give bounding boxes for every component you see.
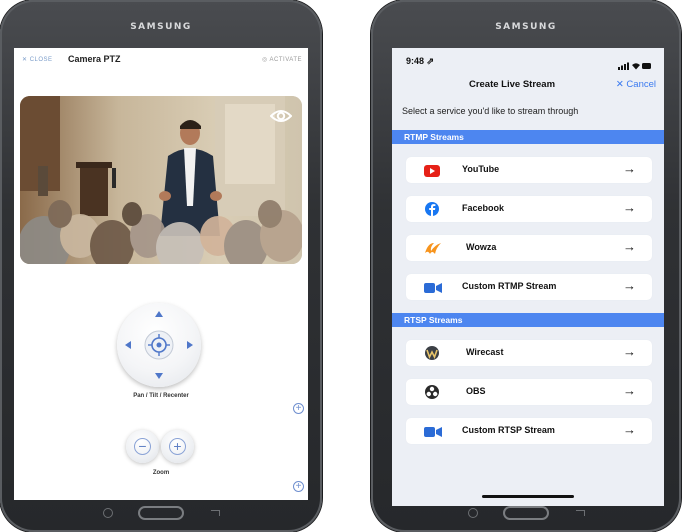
section-header-rtsp: RTSP Streams: [392, 313, 664, 327]
page-title: Create Live Stream: [468, 79, 556, 90]
home-indicator[interactable]: [482, 495, 574, 498]
pan-left-arrow: [125, 341, 131, 349]
obs-icon: [424, 385, 440, 399]
brand-logo: SAMSUNG: [130, 22, 192, 32]
service-label: Custom RTMP Stream: [462, 281, 557, 291]
camera-preview: [20, 96, 302, 264]
camera-preview-image: [20, 96, 302, 264]
right-tablet: SAMSUNG 9:48 ⇗ Create Live Stream ✕ Canc…: [371, 0, 681, 532]
camera-icon: [424, 425, 442, 437]
service-item-obs[interactable]: OBS →: [406, 379, 652, 405]
section-header-rtmp: RTMP Streams: [392, 130, 664, 144]
add-ptz-preset-button[interactable]: +: [293, 403, 304, 414]
page-title: Camera PTZ: [68, 54, 121, 64]
arrow-right-icon: →: [623, 344, 636, 359]
service-item-facebook[interactable]: Facebook →: [406, 196, 652, 222]
service-label: Wowza: [466, 242, 497, 252]
tilt-down-arrow: [155, 373, 163, 379]
service-label: Custom RTSP Stream: [462, 425, 555, 435]
device-nav-bar: [0, 504, 322, 524]
arrow-right-icon: →: [623, 200, 636, 215]
ptz-label: Pan / Tilt / Recenter: [133, 393, 189, 399]
service-label: Wirecast: [466, 347, 504, 357]
eye-icon[interactable]: [269, 108, 293, 129]
status-bar: 9:48 ⇗: [392, 48, 664, 70]
service-item-youtube[interactable]: YouTube →: [406, 157, 652, 183]
service-item-wirecast[interactable]: Wirecast →: [406, 340, 652, 366]
instructions-text: Select a service you'd like to stream th…: [402, 106, 579, 116]
youtube-icon: [424, 164, 440, 177]
zoom-out-button[interactable]: −: [126, 430, 159, 463]
create-live-stream-screen: 9:48 ⇗ Create Live Stream ✕ Cancel Selec…: [392, 48, 664, 506]
brand-logo: SAMSUNG: [495, 22, 557, 32]
device-nav-bar: [371, 504, 681, 524]
arrow-right-icon: →: [623, 278, 636, 293]
home-button[interactable]: [503, 506, 549, 520]
service-label: OBS: [466, 386, 486, 396]
arrow-right-icon: →: [623, 383, 636, 398]
service-label: YouTube: [462, 164, 500, 174]
left-tablet: SAMSUNG ✕ CLOSE Camera PTZ ◎ ACTIVATE Pa…: [0, 0, 322, 532]
status-time: 9:48 ⇗: [406, 56, 435, 66]
service-label: Facebook: [462, 203, 505, 213]
pan-right-arrow: [187, 341, 193, 349]
arrow-right-icon: →: [623, 161, 636, 176]
camera-header: ✕ CLOSE Camera PTZ ◎ ACTIVATE: [14, 48, 308, 72]
back-icon[interactable]: [211, 510, 220, 516]
close-button[interactable]: ✕ CLOSE: [22, 56, 53, 63]
cancel-button[interactable]: ✕ Cancel: [616, 79, 656, 90]
activate-button[interactable]: ◎ ACTIVATE: [262, 56, 302, 63]
wowza-icon: [424, 242, 441, 254]
zoom-controls: − +: [126, 430, 194, 464]
home-button[interactable]: [138, 506, 184, 520]
camera-ptz-screen: ✕ CLOSE Camera PTZ ◎ ACTIVATE Pan / Tilt…: [14, 48, 308, 500]
arrow-right-icon: →: [623, 422, 636, 437]
zoom-label: Zoom: [152, 470, 170, 476]
add-zoom-preset-button[interactable]: +: [293, 481, 304, 492]
tilt-up-arrow: [155, 311, 163, 317]
zoom-in-button[interactable]: +: [161, 430, 194, 463]
recent-apps-icon[interactable]: [103, 508, 113, 518]
wirecast-icon: [424, 346, 440, 360]
camera-icon: [424, 281, 442, 293]
plus-icon: +: [169, 438, 186, 455]
service-item-custom-rtmp[interactable]: Custom RTMP Stream →: [406, 274, 652, 300]
recent-apps-icon[interactable]: [468, 508, 478, 518]
pan-tilt-joystick[interactable]: [117, 303, 201, 387]
status-icons: [618, 57, 652, 75]
minus-icon: −: [134, 438, 151, 455]
service-item-custom-rtsp[interactable]: Custom RTSP Stream →: [406, 418, 652, 444]
arrow-right-icon: →: [623, 239, 636, 254]
back-icon[interactable]: [576, 510, 585, 516]
service-item-wowza[interactable]: Wowza →: [406, 235, 652, 261]
facebook-icon: [424, 202, 440, 216]
